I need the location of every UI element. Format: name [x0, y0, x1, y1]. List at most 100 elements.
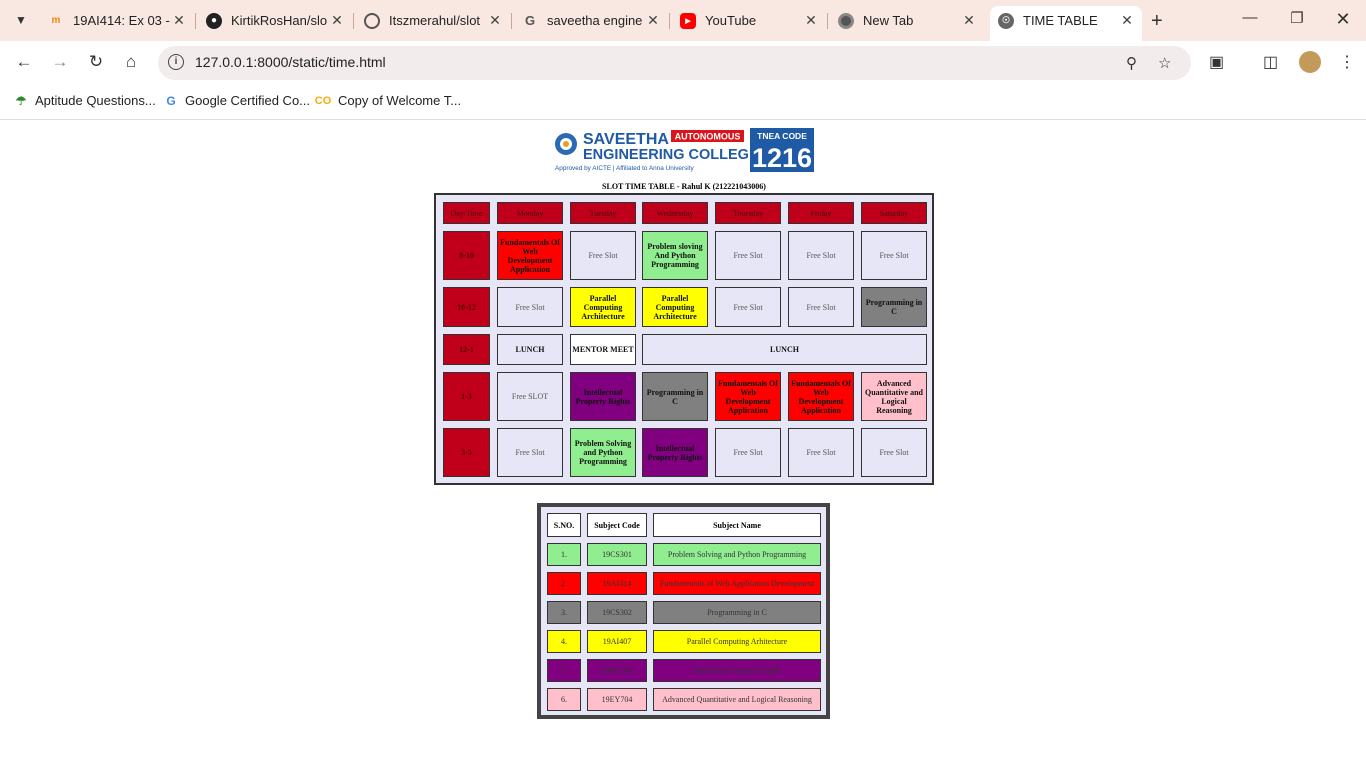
- tab-separator: [669, 13, 670, 29]
- tab-kirtik-github[interactable]: ● KirtikRosHan/slo ✕: [206, 6, 354, 35]
- subject-sno: 6.: [547, 688, 581, 711]
- site-info-icon[interactable]: i: [168, 54, 184, 70]
- tab-title: KirtikRosHan/slo: [231, 13, 328, 28]
- close-icon[interactable]: ✕: [328, 12, 346, 29]
- subject-code: 20MC501: [587, 659, 647, 682]
- subject-code: 19AI414: [587, 572, 647, 595]
- slot-monday-10-12: Free Slot: [497, 287, 563, 327]
- tab-title: YouTube: [705, 13, 757, 28]
- slot-monday-1-3: Free SLOT: [497, 372, 563, 421]
- tab-search-button[interactable]: ▼: [8, 7, 34, 33]
- timetable-title: SLOT TIME TABLE - Rahul K (212221043006): [602, 182, 766, 191]
- slot-monday-3-5: Free Slot: [497, 428, 563, 477]
- college-logo: SAVEETHA AUTONOMOUS ENGINEERING COLLEGE …: [555, 128, 814, 173]
- subject-code: 19AI407: [587, 630, 647, 653]
- bookmark-google-certified[interactable]: G Google Certified Co...: [164, 93, 310, 108]
- tab-strip: ▼ m 19AI414: Ex 03 - ✕ ● KirtikRosHan/sl…: [0, 0, 1366, 41]
- tab-saveetha-search[interactable]: G saveetha engine ✕: [522, 6, 670, 35]
- subject-header-code: Subject Code: [587, 513, 647, 537]
- back-button[interactable]: ←: [13, 52, 35, 72]
- tab-time-table[interactable]: ☉ TIME TABLE ✕: [990, 6, 1142, 41]
- timetable: Day/Time Monday Tuesday Wednesday Thursd…: [434, 193, 934, 485]
- time-slot-label: 8-10: [443, 231, 490, 280]
- slot-friday-1-3: Fundamentals Of Web Development Applicat…: [788, 372, 854, 421]
- timetable-header: Friday: [788, 202, 854, 224]
- close-icon[interactable]: ✕: [486, 12, 504, 29]
- umbrella-icon: ☂: [15, 93, 27, 108]
- slot-tuesday-3-5: Problem Solving and Python Programming: [570, 428, 636, 477]
- profile-avatar[interactable]: [1299, 51, 1321, 73]
- globe-icon: ☉: [998, 12, 1014, 29]
- github-icon: [364, 12, 380, 29]
- close-icon[interactable]: ✕: [644, 12, 662, 29]
- timetable-header: Saturday: [861, 202, 927, 224]
- bookmark-colab[interactable]: CO Copy of Welcome T...: [315, 93, 461, 108]
- window-close-button[interactable]: ✕: [1333, 9, 1353, 30]
- slot-tuesday-8-10: Free Slot: [570, 231, 636, 280]
- google-icon: G: [524, 13, 536, 28]
- subject-sno: 1.: [547, 543, 581, 566]
- subject-legend-table: S.NO. Subject Code Subject Name 1. 19CS3…: [537, 503, 830, 719]
- close-icon[interactable]: ✕: [960, 12, 978, 29]
- browser-toolbar: ← → ↻ ⌂ i 127.0.0.1:8000/static/time.htm…: [0, 41, 1366, 85]
- minimize-button[interactable]: —: [1240, 9, 1260, 26]
- zoom-icon[interactable]: ⚲: [1126, 54, 1137, 72]
- restore-button[interactable]: ❐: [1287, 9, 1307, 27]
- slot-tuesday-1-3: Intellectual Property Rights: [570, 372, 636, 421]
- time-slot-label: 12-1: [443, 334, 490, 365]
- tab-separator: [195, 13, 196, 29]
- slot-saturday-10-12: Programming in C: [861, 287, 927, 327]
- subject-name: Problem Solving and Python Programming: [653, 543, 821, 566]
- slot-saturday-8-10: Free Slot: [861, 231, 927, 280]
- chrome-icon: [838, 12, 854, 29]
- slot-thursday-8-10: Free Slot: [715, 231, 781, 280]
- colab-icon: CO: [314, 94, 332, 107]
- reload-button[interactable]: ↻: [85, 52, 107, 72]
- slot-monday-lunch: LUNCH: [497, 334, 563, 365]
- slot-saturday-1-3: Advanced Quantitative and Logical Reason…: [861, 372, 927, 421]
- new-tab-button[interactable]: +: [1151, 10, 1163, 33]
- slot-wednesday-1-3: Programming in C: [642, 372, 708, 421]
- bookmarks-bar: ☂ Aptitude Questions... G Google Certifi…: [0, 85, 1366, 120]
- tab-19ai414[interactable]: m 19AI414: Ex 03 - ✕: [48, 6, 196, 35]
- side-panel-icon[interactable]: ◫: [1263, 52, 1278, 72]
- tab-youtube[interactable]: ▶ YouTube ✕: [680, 6, 828, 35]
- slot-lunch-wed-sat: LUNCH: [642, 334, 927, 365]
- tab-title: New Tab: [863, 13, 914, 28]
- bookmark-aptitude[interactable]: ☂ Aptitude Questions...: [14, 93, 156, 108]
- subject-name: Fundamentals of Web Application Developm…: [653, 572, 821, 595]
- subject-name: Intellectual Property Rights: [653, 659, 821, 682]
- slot-friday-10-12: Free Slot: [788, 287, 854, 327]
- timetable-header: Day/Time: [443, 202, 490, 224]
- forward-button[interactable]: →: [49, 52, 71, 72]
- extensions-icon[interactable]: ▣: [1209, 52, 1224, 72]
- google-icon: G: [166, 93, 176, 108]
- slot-thursday-10-12: Free Slot: [715, 287, 781, 327]
- menu-kebab-icon[interactable]: ⋮: [1339, 52, 1355, 72]
- tab-title: saveetha engine: [547, 13, 643, 28]
- tab-itszmerahul-github[interactable]: Itszmerahul/slot ✕: [364, 6, 512, 35]
- url-text[interactable]: 127.0.0.1:8000/static/time.html: [195, 54, 386, 70]
- svg-text:1216: 1216: [752, 143, 812, 173]
- timetable-header: Tuesday: [570, 202, 636, 224]
- tab-title: Itszmerahul/slot: [389, 13, 481, 28]
- bookmark-star-icon[interactable]: ☆: [1158, 54, 1171, 72]
- page-content: SAVEETHA AUTONOMOUS ENGINEERING COLLEGE …: [0, 121, 1366, 768]
- time-slot-label: 3-5: [443, 428, 490, 477]
- subject-header-sno: S.NO.: [547, 513, 581, 537]
- close-icon[interactable]: ✕: [802, 12, 820, 29]
- subject-name: Parallel Computing Arhitecture: [653, 630, 821, 653]
- svg-text:AUTONOMOUS: AUTONOMOUS: [675, 132, 741, 142]
- close-icon[interactable]: ✕: [1118, 12, 1136, 29]
- youtube-icon: ▶: [680, 12, 696, 29]
- slot-monday-8-10: Fundamentals Of Web Development Applicat…: [497, 231, 563, 280]
- close-icon[interactable]: ✕: [170, 12, 188, 29]
- tab-new-tab[interactable]: New Tab ✕: [838, 6, 978, 35]
- subject-name: Programming in C: [653, 601, 821, 624]
- address-bar[interactable]: i 127.0.0.1:8000/static/time.html ⚲ ☆: [158, 46, 1191, 80]
- slot-thursday-3-5: Free Slot: [715, 428, 781, 477]
- slot-thursday-1-3: Fundamentals Of Web Development Applicat…: [715, 372, 781, 421]
- home-button[interactable]: ⌂: [120, 52, 142, 72]
- subject-code: 19CS302: [587, 601, 647, 624]
- tab-separator: [353, 13, 354, 29]
